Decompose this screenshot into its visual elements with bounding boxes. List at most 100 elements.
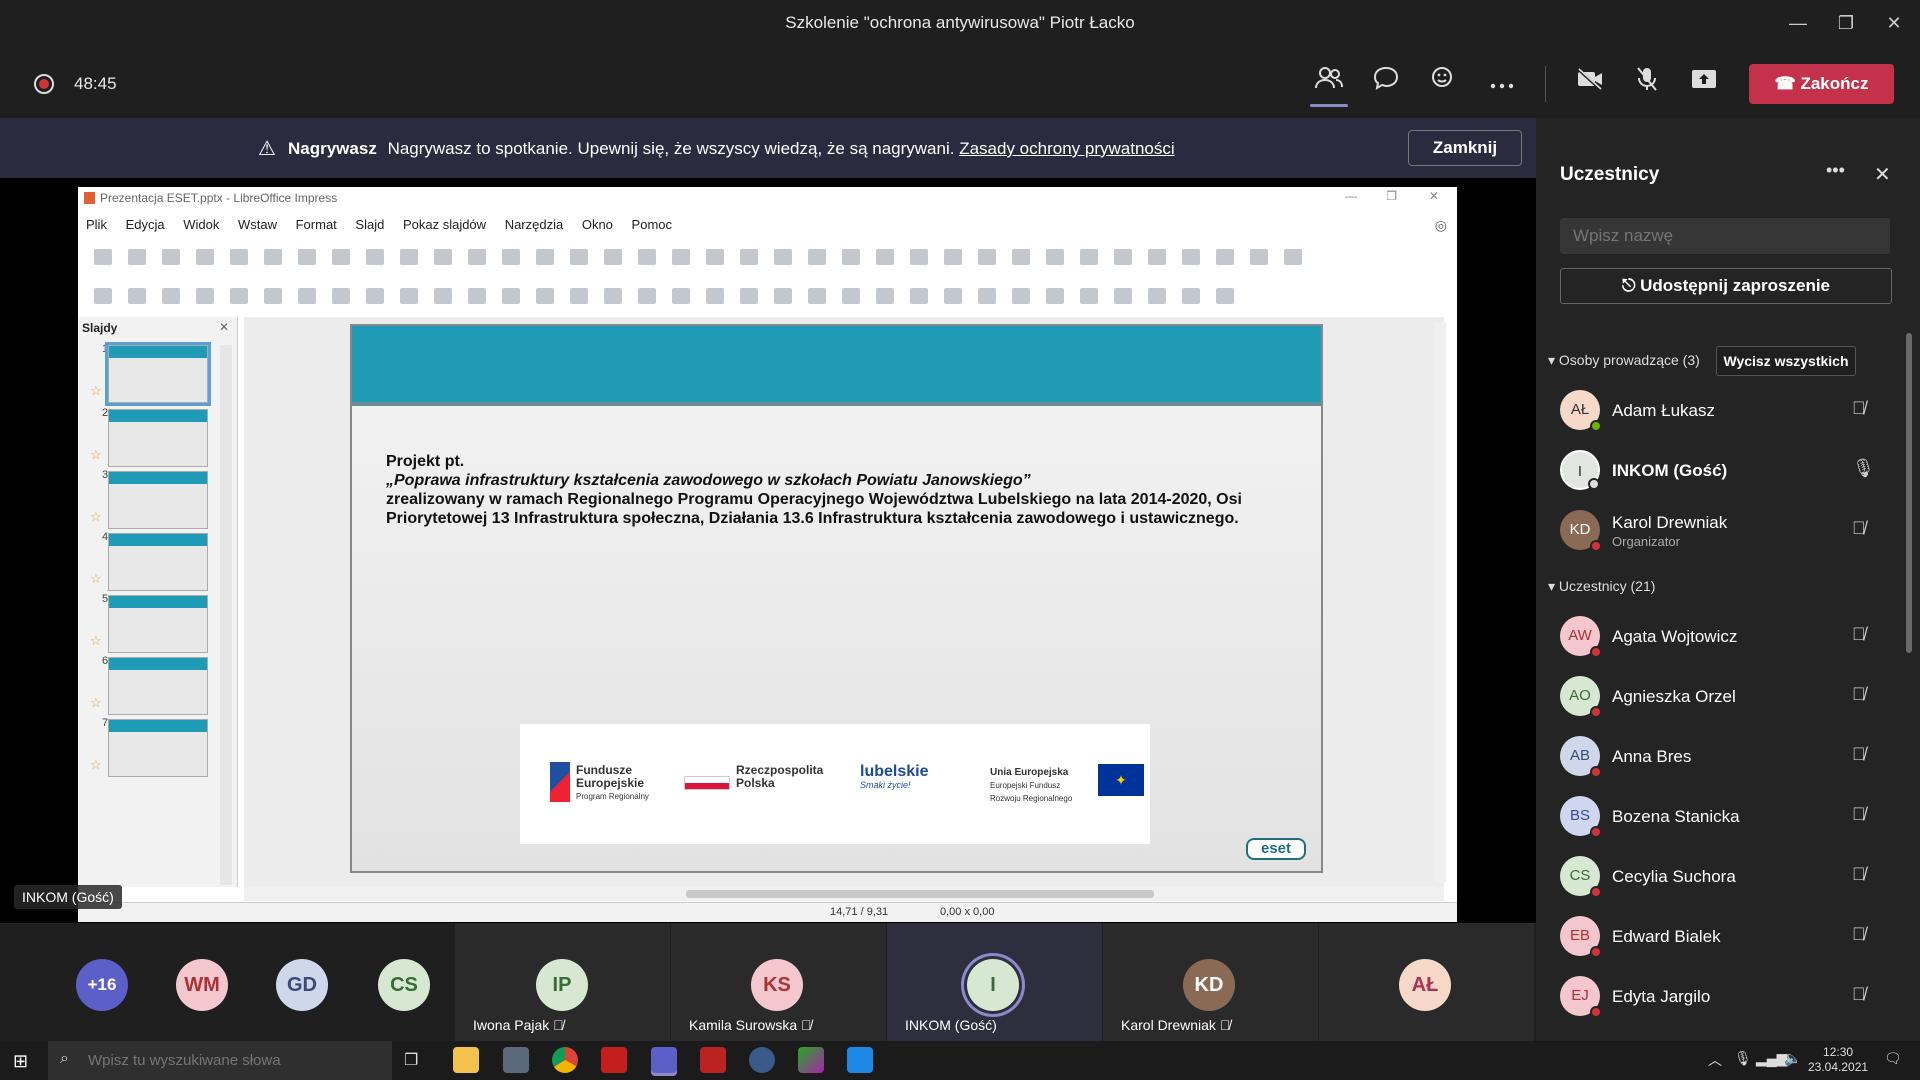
toolbar-button-icon[interactable] bbox=[128, 249, 146, 265]
toolbar-button-icon[interactable] bbox=[1114, 288, 1132, 304]
participant-row[interactable]: AO Agnieszka Orzel 🎙̸ bbox=[1536, 670, 1920, 726]
lo-minimize-icon[interactable]: — bbox=[1345, 189, 1357, 203]
toolbar-button-icon[interactable] bbox=[570, 288, 588, 304]
menu-okno[interactable]: Okno bbox=[582, 217, 613, 232]
toolbar-button-icon[interactable] bbox=[706, 288, 724, 304]
toolbar-button-icon[interactable] bbox=[366, 288, 384, 304]
photos-icon[interactable] bbox=[847, 1047, 873, 1073]
presenters-section-header[interactable]: ▾ Osoby prowadzące (3) bbox=[1548, 352, 1700, 369]
toolbar-button-icon[interactable] bbox=[978, 288, 996, 304]
panel-more-icon[interactable]: ••• bbox=[1826, 160, 1845, 181]
toolbar-button-icon[interactable] bbox=[1046, 288, 1064, 304]
network-icon[interactable]: ▂▄▆ bbox=[1756, 1050, 1787, 1067]
volume-icon[interactable]: 🔈 bbox=[1784, 1050, 1801, 1067]
toolbar-button-icon[interactable] bbox=[264, 249, 282, 265]
toolbar-button-icon[interactable] bbox=[740, 288, 758, 304]
participant-row[interactable]: I INKOM (Gość) 🎙 bbox=[1536, 444, 1920, 500]
toolbar-button-icon[interactable] bbox=[604, 288, 622, 304]
privacy-policy-link[interactable]: Zasady ochrony prywatności bbox=[959, 139, 1174, 158]
toolbar-button-icon[interactable] bbox=[468, 288, 486, 304]
toolbar-button-icon[interactable] bbox=[910, 288, 928, 304]
menu-format[interactable]: Format bbox=[296, 217, 337, 232]
toolbar-button-icon[interactable] bbox=[298, 288, 316, 304]
toolbar-button-icon[interactable] bbox=[1284, 249, 1302, 265]
toolbar-button-icon[interactable] bbox=[604, 249, 622, 265]
toolbar-button-icon[interactable] bbox=[876, 249, 894, 265]
people-icon[interactable] bbox=[1309, 66, 1349, 102]
toolbar-button-icon[interactable] bbox=[332, 249, 350, 265]
toolbar-button-icon[interactable] bbox=[842, 249, 860, 265]
toolbar-button-icon[interactable] bbox=[944, 288, 962, 304]
security-app-icon[interactable] bbox=[700, 1047, 726, 1073]
lock-app-icon[interactable] bbox=[749, 1047, 775, 1073]
participant-row[interactable]: BS Bozena Stanicka 🎙̸ bbox=[1536, 790, 1920, 846]
toolbar-button-icon[interactable] bbox=[94, 288, 112, 304]
lo-restore-icon[interactable]: ❐ bbox=[1386, 189, 1397, 203]
menu-pokaz-slajdow[interactable]: Pokaz slajdów bbox=[403, 217, 486, 232]
slide-thumbnail[interactable]: 2 ☆ bbox=[86, 407, 216, 477]
toolbar-button-icon[interactable] bbox=[332, 288, 350, 304]
toolbar-button-icon[interactable] bbox=[434, 288, 452, 304]
toolbar-button-icon[interactable] bbox=[706, 249, 724, 265]
microphone-off-icon[interactable] bbox=[1627, 66, 1667, 102]
camera-off-icon[interactable] bbox=[1570, 66, 1610, 102]
toolbar-button-icon[interactable] bbox=[1080, 288, 1098, 304]
toolbar-button-icon[interactable] bbox=[672, 288, 690, 304]
participant-tile[interactable]: AŁ bbox=[1319, 923, 1534, 1041]
toolbar-button-icon[interactable] bbox=[876, 288, 894, 304]
participant-search-input[interactable] bbox=[1560, 218, 1890, 254]
toolbar-button-icon[interactable] bbox=[196, 249, 214, 265]
slide-thumbnail[interactable]: 7 ☆ bbox=[86, 717, 216, 787]
panel-scrollbar[interactable] bbox=[1906, 333, 1912, 653]
lo-close-icon[interactable]: ✕ bbox=[1429, 189, 1439, 203]
toolbar-button-icon[interactable] bbox=[978, 249, 996, 265]
overflow-participants-button[interactable]: +16 bbox=[76, 959, 128, 1011]
toolbar-button-icon[interactable] bbox=[298, 249, 316, 265]
toolbar-button-icon[interactable] bbox=[536, 249, 554, 265]
menu-slajd[interactable]: Slajd bbox=[355, 217, 384, 232]
close-banner-button[interactable]: Zamknij bbox=[1408, 130, 1522, 166]
tray-chevron-icon[interactable]: ︿ bbox=[1708, 1050, 1722, 1070]
participant-row[interactable]: EB Edward Bialek 🎙̸ bbox=[1536, 910, 1920, 966]
restore-icon[interactable]: ❐ bbox=[1826, 10, 1866, 36]
participant-row[interactable]: AB Anna Bres 🎙̸ bbox=[1536, 730, 1920, 786]
toolbar-button-icon[interactable] bbox=[1216, 288, 1234, 304]
panel-close-icon[interactable]: ✕ bbox=[1874, 162, 1891, 187]
toolbar-button-icon[interactable] bbox=[400, 288, 418, 304]
toolbar-button-icon[interactable] bbox=[94, 249, 112, 265]
slides-scrollbar[interactable] bbox=[220, 345, 232, 885]
participant-row[interactable]: AŁ Adam Łukasz 🎙̸ bbox=[1536, 384, 1920, 440]
toolbar-button-icon[interactable] bbox=[196, 288, 214, 304]
participant-row[interactable]: KD Karol Drewniak Organizator 🎙̸ bbox=[1536, 504, 1920, 560]
toolbar-button-icon[interactable] bbox=[162, 249, 180, 265]
more-options-icon[interactable] bbox=[1482, 66, 1522, 102]
share-invite-button[interactable]: ⎋ Udostępnij zaproszenie bbox=[1560, 268, 1892, 304]
toolbar-button-icon[interactable] bbox=[400, 249, 418, 265]
menu-plik[interactable]: Plik bbox=[86, 217, 107, 232]
toolbar-button-icon[interactable] bbox=[910, 249, 928, 265]
toolbar-button-icon[interactable] bbox=[1148, 288, 1166, 304]
participant-row[interactable]: AW Agata Wojtowicz 🎙̸ bbox=[1536, 610, 1920, 666]
toolbar-button-icon[interactable] bbox=[1080, 249, 1098, 265]
participant-tile-active[interactable]: I INKOM (Gość) bbox=[887, 923, 1102, 1041]
notifications-icon[interactable]: 🗨 bbox=[1884, 1050, 1902, 1067]
toolbar-button-icon[interactable] bbox=[1250, 249, 1268, 265]
toolbar-button-icon[interactable] bbox=[264, 288, 282, 304]
taskbar-search-input[interactable] bbox=[48, 1041, 392, 1080]
impress-app-icon[interactable] bbox=[798, 1047, 824, 1073]
chat-icon[interactable] bbox=[1366, 66, 1406, 102]
toolbar-button-icon[interactable] bbox=[230, 249, 248, 265]
current-slide[interactable]: Projekt pt. „Poprawa infrastruktury kszt… bbox=[350, 324, 1323, 873]
menu-wstaw[interactable]: Wstaw bbox=[238, 217, 277, 232]
participant-tile[interactable]: KS Kamila Surowska 🎙̸ bbox=[671, 923, 886, 1041]
toolbar-button-icon[interactable] bbox=[366, 249, 384, 265]
toolbar-button-icon[interactable] bbox=[1114, 249, 1132, 265]
end-call-button[interactable]: ☎ Zakończ bbox=[1749, 64, 1894, 104]
toolbar-button-icon[interactable] bbox=[808, 288, 826, 304]
toolbar-button-icon[interactable] bbox=[808, 249, 826, 265]
acrobat-icon[interactable] bbox=[601, 1047, 627, 1073]
toolbar-button-icon[interactable] bbox=[1182, 249, 1200, 265]
participant-row[interactable]: CS Cecylia Suchora 🎙̸ bbox=[1536, 850, 1920, 906]
mute-all-button[interactable]: Wycisz wszystkich bbox=[1716, 346, 1856, 376]
toolbar-button-icon[interactable] bbox=[502, 249, 520, 265]
